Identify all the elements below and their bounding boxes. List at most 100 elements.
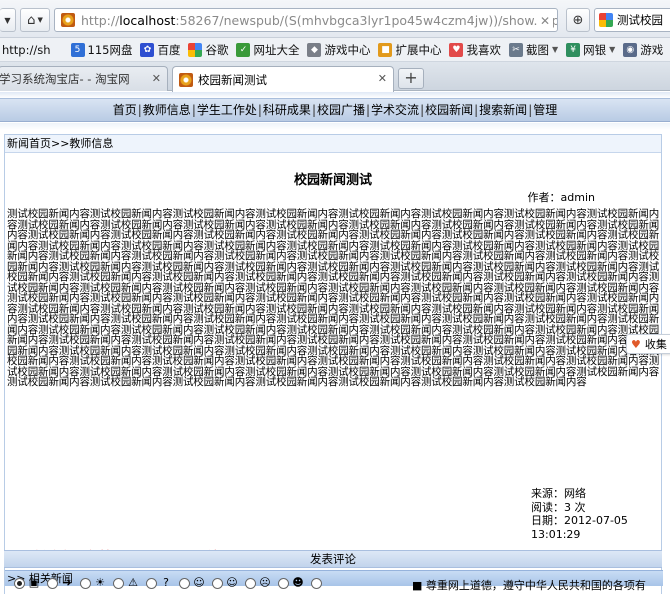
bookmark-label: 我喜欢	[466, 42, 501, 57]
back-dropdown-button[interactable]: ▼	[0, 8, 16, 32]
bookmark-item[interactable]: ◉ 游戏	[623, 42, 663, 58]
nav-divider: |	[311, 103, 316, 117]
nav-item-home[interactable]: 首页	[113, 103, 137, 117]
comment-header: 发表评论	[4, 550, 662, 568]
search-engine-box[interactable]: 测试校园	[594, 8, 670, 32]
nav-item-teacher-info[interactable]: 教师信息	[143, 103, 191, 117]
bookmark-label: 截图	[525, 42, 549, 57]
nav-shadow	[0, 123, 670, 130]
emoticon-radio[interactable]	[113, 577, 124, 589]
bookmark-label: 网址大全	[253, 42, 300, 57]
new-tab-button[interactable]: +	[398, 68, 424, 89]
article-body: 测试校园新闻内容测试校园新闻内容测试校园新闻内容测试校园新闻内容测试校园新闻内容…	[7, 208, 660, 388]
bank-icon: ¥	[566, 42, 581, 57]
tab-label: 学习系统淘宝店- - 淘宝网	[0, 72, 130, 86]
heart-icon: ♥	[449, 42, 464, 57]
nav-item-search-news[interactable]: 搜索新闻	[479, 103, 527, 117]
bookmark-item[interactable]: http://sh	[2, 43, 51, 57]
emoticon-radio[interactable]	[245, 577, 256, 589]
tab-label: 校园新闻测试	[198, 72, 267, 87]
arrow-right-emoticon-icon: ➜	[62, 576, 72, 589]
tab-campus-news[interactable]: 校园新闻测试 ✕	[172, 66, 394, 92]
bookmark-label: 游戏	[640, 42, 664, 57]
bookmark-label: 网银	[583, 42, 607, 57]
bookmark-item[interactable]: ♥ 我喜欢	[449, 42, 501, 58]
google-icon	[188, 42, 203, 57]
bookmark-item[interactable]: ✂ 截图 ▼	[508, 42, 559, 58]
nav-item-admin[interactable]: 管理	[533, 103, 557, 117]
bookmark-label: 扩展中心	[395, 42, 442, 57]
url-input[interactable]: http://localhost:58267/newspub/(S(mhvbgc…	[54, 8, 558, 32]
search-engine-label: 测试校园	[617, 13, 663, 27]
chevron-down-icon: ▼	[37, 16, 43, 24]
emoticon-picker: ▣ ➜ ☀ ⚠ ? ☺ ☺ ☹ ☻	[14, 575, 324, 591]
bookmarks-bar: http://sh 5 115网盘 ✿ 百度 谷歌 ✓ 网址大全 ◆ 游戏中心 …	[0, 38, 670, 62]
cool-emoticon-icon: ☺	[193, 576, 205, 589]
emoticon-radio[interactable]	[212, 577, 223, 589]
url-host: localhost	[119, 12, 176, 28]
bookmark-item[interactable]: ■ 扩展中心	[378, 42, 441, 58]
emoticon-radio[interactable]	[278, 577, 289, 589]
chevron-down-icon: ▼	[609, 45, 616, 54]
bookmark-label: 百度	[157, 42, 181, 57]
close-icon[interactable]: ✕	[378, 72, 387, 85]
emoticon-radio[interactable]	[80, 577, 91, 589]
nav-divider: |	[257, 103, 262, 117]
article-date: 日期：2012-07-05 13:01:29	[531, 514, 628, 541]
bookmark-item[interactable]: ◆ 游戏中心	[307, 42, 370, 58]
article-meta: 来源：网络 阅读：3 次 日期：2012-07-05 13:01:29	[531, 487, 663, 541]
sad-emoticon-icon: ☹	[259, 576, 271, 589]
115-icon: 5	[70, 42, 85, 57]
book-emoticon-icon: ▣	[28, 576, 40, 589]
emoticon-radio[interactable]	[47, 577, 58, 589]
tab-strip: 学习系统淘宝店- - 淘宝网 ✕ 校园新闻测试 ✕ +	[0, 62, 670, 92]
extension-icon: ■	[378, 42, 393, 57]
bookmark-label: 115网盘	[87, 42, 133, 57]
tab-taobao[interactable]: 学习系统淘宝店- - 淘宝网 ✕	[0, 66, 168, 91]
favorite-label: 收集	[644, 338, 667, 351]
security-shield-button[interactable]: ⊕	[566, 8, 590, 32]
article-author: 作者：admin	[527, 191, 595, 204]
nav-item-broadcast[interactable]: 校园广播	[317, 103, 365, 117]
clear-url-icon[interactable]: ✕	[537, 13, 553, 29]
close-icon[interactable]: ✕	[152, 72, 161, 85]
scissors-icon: ✂	[508, 42, 523, 57]
nav-item-student-affairs[interactable]: 学生工作处	[197, 103, 257, 117]
smile-emoticon-icon: ☺	[226, 576, 238, 589]
bookmark-item[interactable]: 5 115网盘	[70, 42, 133, 58]
home-button[interactable]: ⌂ ▼	[20, 8, 50, 32]
plus-shield-icon: ⊕	[572, 12, 584, 28]
bookmark-item[interactable]: 谷歌	[188, 42, 228, 58]
nav-divider: |	[474, 103, 479, 117]
nav-divider: |	[528, 103, 533, 117]
search-engine-icon	[599, 13, 613, 27]
shield-green-icon: ✓	[236, 42, 251, 57]
article-title: 校园新闻测试	[293, 173, 372, 188]
emoticon-radio[interactable]	[179, 577, 190, 589]
heart-icon: ♥	[631, 337, 641, 351]
emoticon-radio[interactable]	[146, 577, 157, 589]
url-protocol: http://	[81, 12, 120, 28]
bookmark-item[interactable]: ¥ 网银 ▼	[566, 42, 615, 58]
nav-divider: |	[191, 103, 196, 117]
chevron-down-icon: ▼	[4, 15, 11, 25]
gamepad-icon: ◆	[307, 42, 322, 57]
article-reads: 阅读：3 次	[531, 500, 586, 514]
bookmark-item[interactable]: ✓ 网址大全	[236, 42, 299, 58]
emoticon-radio[interactable]	[311, 577, 322, 589]
emoticon-radio[interactable]	[14, 577, 25, 589]
bookmark-item[interactable]: ✿ 百度	[140, 42, 180, 58]
bookmark-label: http://sh	[2, 42, 51, 57]
nav-divider: |	[366, 103, 371, 117]
address-bar-area: ▼ ⌂ ▼ http://localhost:58267/newspub/(S(m…	[0, 0, 670, 38]
surprised-emoticon-icon: ☻	[292, 576, 304, 589]
nav-item-research[interactable]: 科研成果	[263, 103, 311, 117]
chevron-down-icon: ▼	[551, 45, 559, 54]
nav-item-campus-news[interactable]: 校园新闻	[425, 103, 473, 117]
game-icon: ◉	[623, 42, 638, 57]
lightbulb-emoticon-icon: ☀	[95, 576, 105, 589]
nav-item-academic[interactable]: 学术交流	[371, 103, 419, 117]
breadcrumb[interactable]: 新闻首页>>教师信息	[5, 135, 661, 153]
favorite-button[interactable]: ♥ 收集	[626, 334, 670, 354]
baidu-paw-icon: ✿	[140, 42, 155, 57]
